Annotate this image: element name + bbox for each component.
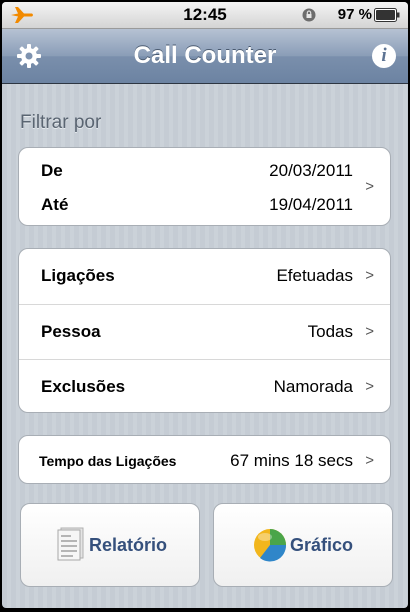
document-icon [57,527,84,561]
chart-button-label: Gráfico [290,535,354,555]
chevron-right-icon: > [365,323,374,340]
person-label: Pessoa [41,322,101,341]
exclusions-value: Namorada [273,377,353,396]
pie-chart-icon [254,529,287,562]
date-range-cell[interactable]: De 20/03/2011 Até 19/04/2011 > [18,147,391,226]
report-button[interactable]: Relatório [20,503,200,587]
chevron-right-icon: > [365,452,374,469]
chevron-right-icon: > [365,267,374,284]
calls-type-row[interactable]: Ligações Efetuadas > [19,249,390,304]
chevron-right-icon: > [365,178,374,195]
date-to-value: 19/04/2011 [269,195,353,214]
date-from-label: De [41,161,63,180]
chevron-right-icon: > [365,378,374,395]
calls-type-value: Efetuadas [276,266,353,285]
app-screen: 12:45 97 % Call Counter i Filtrar por De… [2,2,408,608]
call-duration-row[interactable]: Tempo das Ligações 67 mins 18 secs > [18,435,391,484]
report-button-label: Relatório [89,535,168,555]
date-from-row: De 20/03/2011 [19,161,390,181]
call-duration-label: Tempo das Ligações [39,453,177,469]
status-bar: 12:45 97 % [2,2,408,29]
call-duration-value: 67 mins 18 secs [230,451,353,470]
info-icon[interactable]: i [372,44,396,68]
page-title: Call Counter [133,42,277,69]
calls-type-label: Ligações [41,266,115,285]
filter-section-label: Filtrar por [20,112,102,133]
exclusions-label: Exclusões [41,377,126,396]
filter-options-group: Ligações Efetuadas > Pessoa Todas > Excl… [18,248,391,413]
battery-percentage: 97 % [337,6,372,23]
person-row[interactable]: Pessoa Todas > [19,304,390,359]
lock-rotation-icon [302,8,316,22]
chart-button[interactable]: Gráfico [213,503,393,587]
date-to-label: Até [41,195,69,214]
navigation-bar: Call Counter i [2,29,408,84]
battery-icon [374,8,400,22]
exclusions-row[interactable]: Exclusões Namorada > [19,359,390,414]
date-from-value: 20/03/2011 [269,161,353,180]
person-value: Todas [307,322,353,341]
date-to-row: Até 19/04/2011 [19,195,390,215]
